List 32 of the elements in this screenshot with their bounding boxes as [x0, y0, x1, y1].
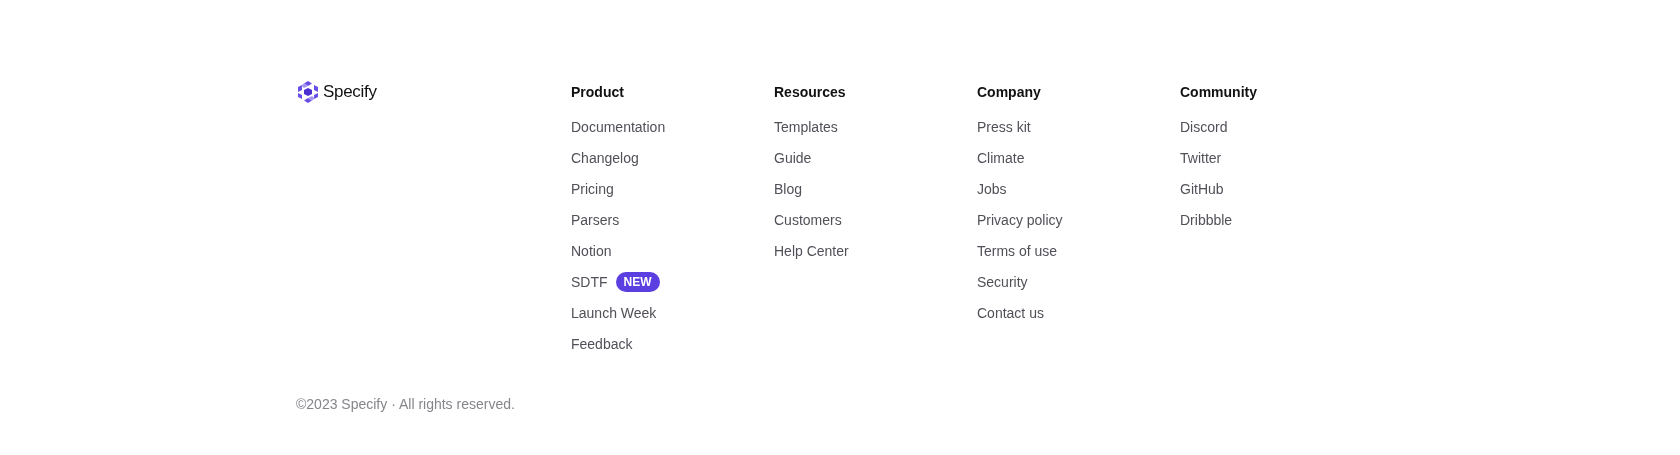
- column-heading: Product: [571, 83, 624, 102]
- column-heading: Community: [1180, 83, 1257, 102]
- brand-name[interactable]: Specify: [323, 82, 377, 102]
- column-heading: Resources: [774, 83, 846, 102]
- footer-link[interactable]: Notion: [571, 242, 612, 259]
- logo-icon: [296, 80, 320, 104]
- footer-link[interactable]: Templates: [774, 118, 838, 135]
- copyright-text: ©2023 Specify · All rights reserved.: [296, 396, 515, 412]
- new-badge: NEW: [615, 271, 660, 292]
- footer-link[interactable]: Blog: [774, 180, 803, 197]
- footer-link[interactable]: Contact us: [977, 304, 1044, 321]
- column-heading: Company: [977, 83, 1041, 102]
- footer-link[interactable]: Climate: [977, 149, 1025, 166]
- footer-link[interactable]: Documentation: [571, 118, 666, 135]
- footer-link[interactable]: Dribbble: [1180, 211, 1233, 228]
- footer-link[interactable]: Changelog: [571, 149, 639, 166]
- footer-link[interactable]: Security: [977, 273, 1028, 290]
- footer-link[interactable]: Customers: [774, 211, 842, 228]
- footer-link[interactable]: Launch Week: [571, 304, 657, 321]
- footer-link[interactable]: Terms of use: [977, 242, 1058, 259]
- footer-link[interactable]: Feedback: [571, 335, 633, 352]
- footer-link[interactable]: Jobs: [977, 180, 1007, 197]
- footer-link[interactable]: Parsers: [571, 211, 620, 228]
- footer-link[interactable]: Privacy policy: [977, 211, 1063, 228]
- footer-link[interactable]: Help Center: [774, 242, 849, 259]
- footer-link[interactable]: Pricing: [571, 180, 614, 197]
- footer-link[interactable]: SDTF: [571, 273, 608, 290]
- footer-link[interactable]: Discord: [1180, 118, 1228, 135]
- footer-link[interactable]: GitHub: [1180, 180, 1224, 197]
- footer-link[interactable]: Guide: [774, 149, 812, 166]
- footer-link[interactable]: Press kit: [977, 118, 1031, 135]
- footer-link[interactable]: Twitter: [1180, 149, 1222, 166]
